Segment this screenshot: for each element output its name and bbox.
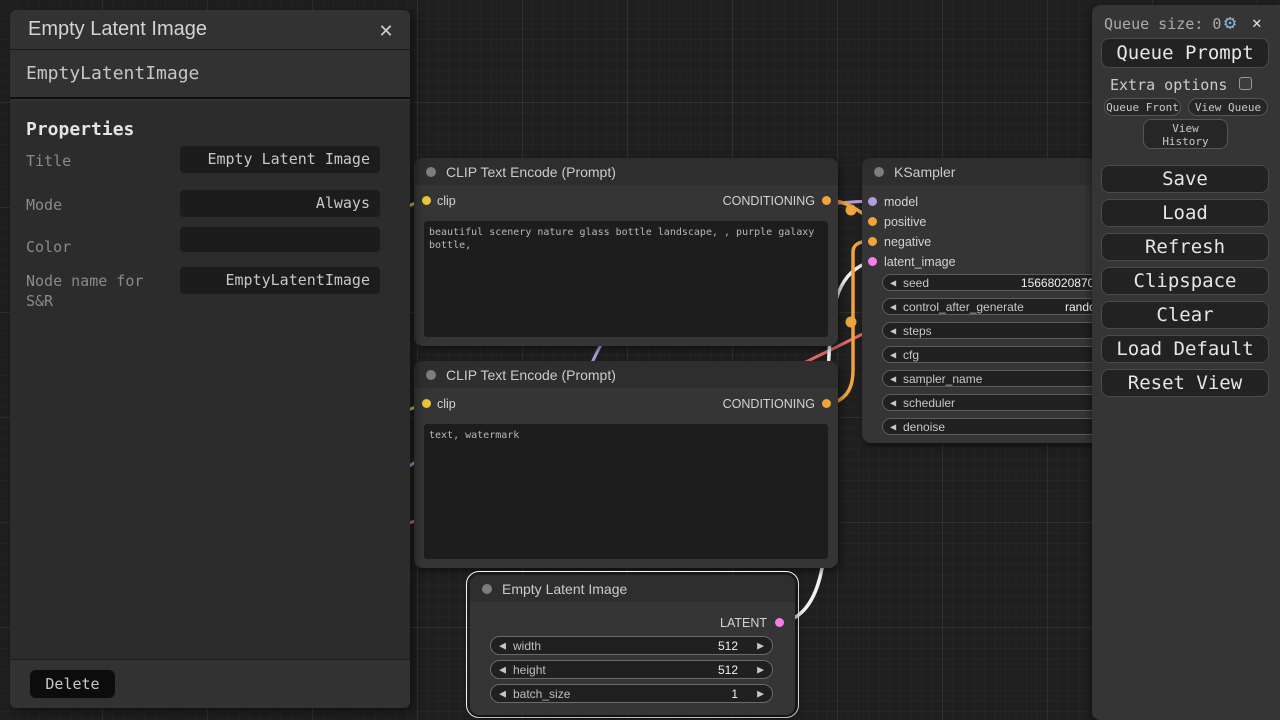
widget-width[interactable]: ◀ width 512 ▶ <box>490 636 773 655</box>
node-header[interactable]: CLIP Text Encode (Prompt) <box>414 361 838 388</box>
node-title: CLIP Text Encode (Prompt) <box>446 367 616 383</box>
output-port-latent[interactable] <box>775 618 784 627</box>
close-icon[interactable]: ✕ <box>1252 13 1262 32</box>
decrement-icon[interactable]: ◀ <box>499 688 506 699</box>
input-port-negative[interactable] <box>868 237 877 246</box>
increment-icon[interactable]: ▶ <box>757 688 764 699</box>
field-label-color: Color <box>26 237 178 257</box>
decrement-icon[interactable]: ◀ <box>890 398 896 407</box>
queue-front-button[interactable]: Queue Front <box>1104 98 1181 116</box>
input-label: latent_image <box>884 255 956 269</box>
widget-height[interactable]: ◀ height 512 ▶ <box>490 660 773 679</box>
load-default-button[interactable]: Load Default <box>1101 335 1269 363</box>
decrement-icon[interactable]: ◀ <box>499 640 506 651</box>
view-history-line2: History <box>1144 135 1227 148</box>
field-label-title: Title <box>26 151 178 171</box>
input-port-latent-image[interactable] <box>868 257 877 266</box>
output-label: CONDITIONING <box>723 194 815 208</box>
decrement-icon[interactable]: ◀ <box>890 278 896 287</box>
increment-icon[interactable]: ▶ <box>757 664 764 675</box>
widget-batch-size[interactable]: ◀ batch_size 1 ▶ <box>490 684 773 703</box>
view-history-line1: View <box>1144 122 1227 135</box>
view-history-button[interactable]: View History <box>1143 119 1228 149</box>
node-empty-latent-image[interactable]: Empty Latent Image LATENT ◀ width 512 ▶ … <box>470 575 795 715</box>
output-label: LATENT <box>720 616 767 630</box>
node-title: Empty Latent Image <box>502 581 627 597</box>
decrement-icon[interactable]: ◀ <box>890 326 896 335</box>
properties-dialog: Empty Latent Image ✕ EmptyLatentImage Pr… <box>10 10 410 708</box>
input-label: model <box>884 195 918 209</box>
input-port-clip[interactable] <box>422 196 431 205</box>
output-port-conditioning[interactable] <box>822 196 831 205</box>
input-port-positive[interactable] <box>868 217 877 226</box>
load-button[interactable]: Load <box>1101 199 1269 227</box>
field-input-title[interactable]: Empty Latent Image <box>180 146 380 173</box>
extra-options-checkbox[interactable] <box>1239 77 1252 90</box>
extra-options-label: Extra options <box>1110 76 1227 94</box>
close-icon[interactable]: ✕ <box>374 19 398 43</box>
field-label-mode: Mode <box>26 195 178 215</box>
collapse-dot-icon[interactable] <box>426 370 436 380</box>
queue-prompt-button[interactable]: Queue Prompt <box>1101 38 1269 68</box>
field-input-node-name[interactable]: EmptyLatentImage <box>180 267 380 294</box>
delete-button[interactable]: Delete <box>30 670 115 698</box>
input-label: clip <box>437 194 456 208</box>
properties-heading: Properties <box>26 119 134 140</box>
decrement-icon[interactable]: ◀ <box>890 350 896 359</box>
decrement-icon[interactable]: ◀ <box>499 664 506 675</box>
clear-button[interactable]: Clear <box>1101 301 1269 329</box>
increment-icon[interactable]: ▶ <box>757 640 764 651</box>
output-label: CONDITIONING <box>723 397 815 411</box>
wire-midpoint-dot[interactable] <box>846 205 857 216</box>
refresh-button[interactable]: Refresh <box>1101 233 1269 261</box>
field-label-node-name: Node name for S&R <box>26 271 178 311</box>
dialog-node-type: EmptyLatentImage <box>10 50 410 99</box>
collapse-dot-icon[interactable] <box>482 584 492 594</box>
decrement-icon[interactable]: ◀ <box>890 302 896 311</box>
reset-view-button[interactable]: Reset View <box>1101 369 1269 397</box>
node-title: KSampler <box>894 164 955 180</box>
comfy-menu: Queue size: 0 ⚙ ✕ Queue Prompt Extra opt… <box>1092 5 1280 720</box>
input-label: clip <box>437 397 456 411</box>
extra-options-row: Extra options <box>1092 76 1280 94</box>
decrement-icon[interactable]: ◀ <box>890 374 896 383</box>
node-header[interactable]: Empty Latent Image <box>470 575 795 602</box>
node-clip-text-encode-negative[interactable]: CLIP Text Encode (Prompt) clip CONDITION… <box>414 361 838 568</box>
view-queue-button[interactable]: View Queue <box>1188 98 1268 116</box>
dialog-footer: Delete <box>10 659 410 708</box>
queue-size-label: Queue size: 0 <box>1104 15 1221 33</box>
collapse-dot-icon[interactable] <box>426 167 436 177</box>
gear-icon[interactable]: ⚙ <box>1224 10 1236 34</box>
input-label: positive <box>884 215 926 229</box>
input-port-model[interactable] <box>868 197 877 206</box>
clipspace-button[interactable]: Clipspace <box>1101 267 1269 295</box>
dialog-titlebar: Empty Latent Image ✕ <box>10 10 410 50</box>
input-port-clip[interactable] <box>422 399 431 408</box>
field-input-mode[interactable]: Always <box>180 190 380 217</box>
output-port-conditioning[interactable] <box>822 399 831 408</box>
field-input-color[interactable] <box>180 227 380 252</box>
save-button[interactable]: Save <box>1101 165 1269 193</box>
input-label: negative <box>884 235 931 249</box>
node-header[interactable]: CLIP Text Encode (Prompt) <box>414 158 838 185</box>
prompt-textarea[interactable]: beautiful scenery nature glass bottle la… <box>424 221 828 337</box>
collapse-dot-icon[interactable] <box>874 167 884 177</box>
prompt-textarea[interactable]: text, watermark <box>424 424 828 559</box>
dialog-content: Properties Title Empty Latent Image Mode… <box>10 101 410 659</box>
node-title: CLIP Text Encode (Prompt) <box>446 164 616 180</box>
node-clip-text-encode-positive[interactable]: CLIP Text Encode (Prompt) clip CONDITION… <box>414 158 838 346</box>
wire-midpoint-dot[interactable] <box>846 317 857 328</box>
dialog-title: Empty Latent Image <box>10 18 207 41</box>
decrement-icon[interactable]: ◀ <box>890 422 896 431</box>
